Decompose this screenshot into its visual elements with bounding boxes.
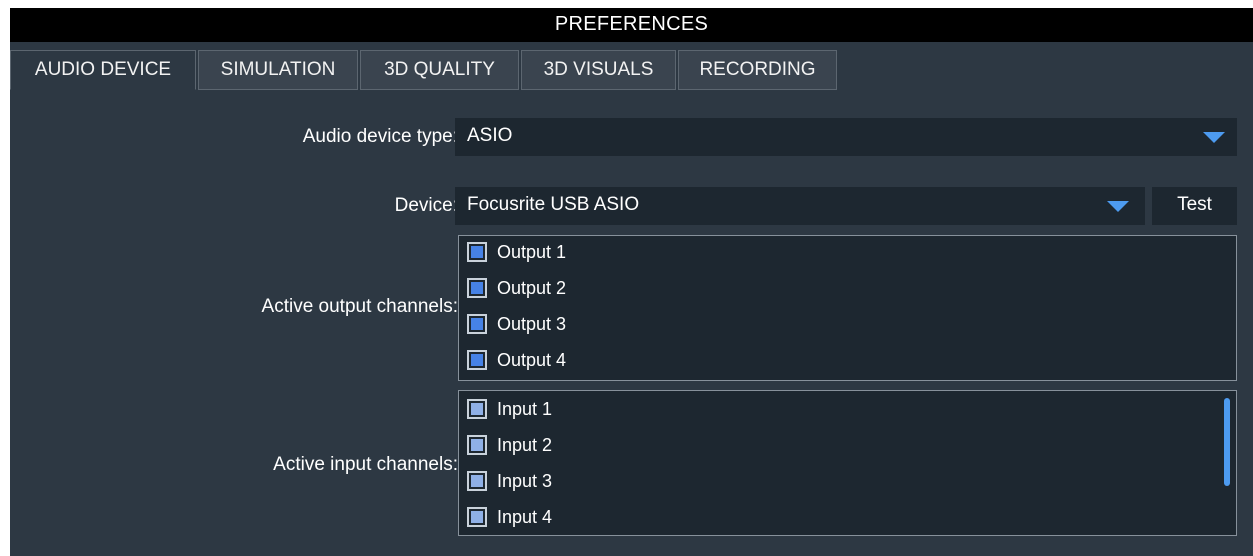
output-channels-label: Active output channels: [261,296,458,317]
audio-device-type-dropdown[interactable]: ASIO [455,118,1237,156]
output-channel-item[interactable]: Output 1 [467,237,647,267]
checkbox-checked-icon[interactable] [467,350,487,370]
tab-simulation[interactable]: SIMULATION [198,50,358,90]
output-channel-label: Output 3 [497,314,567,334]
checkbox-checked-icon[interactable] [467,399,487,419]
input-channel-item[interactable]: Input 1 [467,394,647,424]
device-dropdown[interactable]: Focusrite USB ASIO [455,187,1145,225]
tab-audio-device[interactable]: AUDIO DEVICE [10,50,196,90]
input-channel-item[interactable]: Input 4 [467,502,647,532]
input-channel-item[interactable]: Input 2 [467,430,647,460]
audio-device-type-value: ASIO [467,125,513,146]
window-title: PREFERENCES [10,8,1253,42]
checkbox-checked-icon[interactable] [467,435,487,455]
input-channel-label: Input 3 [497,471,553,491]
input-channel-label: Input 4 [497,507,553,527]
tab-bar: AUDIO DEVICE SIMULATION 3D QUALITY 3D VI… [10,42,1253,98]
checkbox-checked-icon[interactable] [467,242,487,262]
tab-3d-quality[interactable]: 3D QUALITY [360,50,519,90]
chevron-down-icon [1107,201,1129,212]
preferences-window: PREFERENCES AUDIO DEVICE SIMULATION 3D Q… [10,8,1253,556]
device-value: Focusrite USB ASIO [467,194,640,215]
input-channels-scrollbar[interactable] [1224,398,1230,486]
tab-recording[interactable]: RECORDING [678,50,837,90]
output-channel-item[interactable]: Output 3 [467,309,647,339]
test-button[interactable]: Test [1152,187,1237,225]
device-label: Device: [394,195,458,216]
input-channel-label: Input 1 [497,399,553,419]
output-channel-label: Output 4 [497,350,567,370]
output-channels-list: Output 1 Output 2 Output 3 Output 4 [458,235,1237,381]
input-channels-label: Active input channels: [273,454,458,475]
checkbox-checked-icon[interactable] [467,471,487,491]
output-channel-item[interactable]: Output 4 [467,345,647,375]
audio-device-type-label: Audio device type: [302,126,458,147]
checkbox-checked-icon[interactable] [467,278,487,298]
tab-3d-visuals[interactable]: 3D VISUALS [521,50,676,90]
checkbox-checked-icon[interactable] [467,507,487,527]
checkbox-checked-icon[interactable] [467,314,487,334]
output-channel-label: Output 2 [497,278,567,298]
output-channel-item[interactable]: Output 2 [467,273,647,303]
output-channel-label: Output 1 [497,242,567,262]
input-channel-item[interactable]: Input 3 [467,466,647,496]
chevron-down-icon [1203,132,1225,143]
input-channels-list: Input 1 Input 2 Input 3 Input 4 [458,390,1237,536]
input-channel-label: Input 2 [497,435,553,455]
